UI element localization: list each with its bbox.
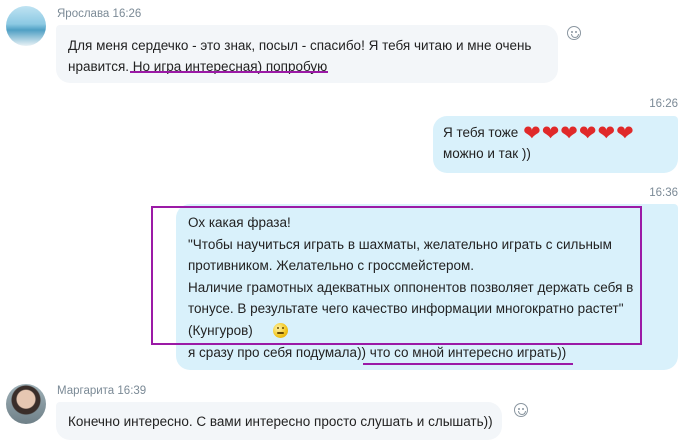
message-text: Я тебя тоже: [443, 125, 519, 140]
heart-icon: ❤: [541, 122, 560, 145]
message-time: 16:39: [117, 385, 147, 397]
message-bubble-incoming[interactable]: Конечно интересно. С вами интересно прос…: [56, 402, 502, 440]
message-line: можно и так )): [443, 146, 531, 161]
avatar-yaroslava[interactable]: [6, 6, 46, 46]
message-time: 16:26: [112, 8, 142, 20]
smiley-outline-icon[interactable]: [514, 403, 528, 417]
heart-icon: ❤: [578, 122, 597, 145]
annotation-underline: [363, 363, 573, 365]
heart-icon: ❤: [523, 122, 541, 145]
sender-name: Маргарита: [57, 385, 115, 397]
message-line: Я тебя тоже ❤❤❤❤❤❤: [443, 122, 668, 145]
message-line: Для меня сердечко - это знак, посыл - сп…: [68, 38, 532, 53]
heart-icon: ❤: [597, 122, 616, 145]
message-time: 16:26: [649, 98, 678, 110]
message-time: 16:36: [649, 187, 678, 199]
message-bubble-outgoing[interactable]: Я тебя тоже ❤❤❤❤❤❤ можно и так )): [433, 116, 678, 173]
message-header: Ярослава 16:26: [57, 8, 141, 20]
annotation-underline: [130, 71, 328, 73]
avatar-margarita[interactable]: [6, 384, 46, 424]
heart-icon: ❤: [616, 122, 634, 145]
message-line: Конечно интересно. С вами интересно прос…: [68, 414, 493, 429]
sender-name: Ярослава: [57, 8, 110, 20]
smiley-outline-icon[interactable]: [567, 26, 581, 40]
heart-icon: ❤: [560, 122, 578, 145]
message-line: нравится. Но игра интересная) попробую: [68, 59, 328, 74]
message-header: Маргарита 16:39: [57, 385, 146, 397]
message-bubble-incoming[interactable]: Для меня сердечко - это знак, посыл - сп…: [56, 25, 558, 83]
annotation-highlight-box: [151, 206, 642, 345]
